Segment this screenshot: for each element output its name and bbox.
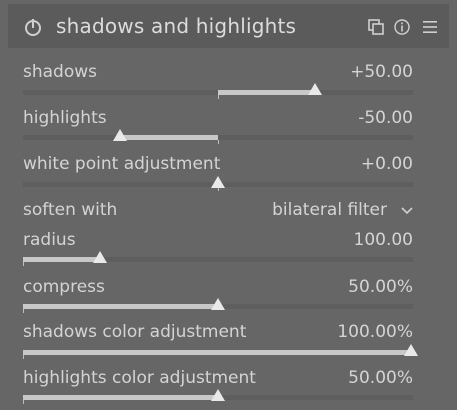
presets-icon[interactable] — [368, 19, 384, 35]
power-icon[interactable] — [24, 18, 42, 36]
slider-marker[interactable] — [308, 83, 322, 95]
slider-fill — [23, 395, 218, 400]
radius-slider[interactable]: radius 100.00 — [23, 230, 413, 268]
slider-fill — [218, 90, 315, 95]
module-header[interactable]: shadows and highlights — [8, 4, 449, 48]
slider-center-tick — [218, 140, 219, 144]
slider-value[interactable]: +0.00 — [361, 154, 413, 174]
shadows-and-highlights-module: shadows and highlights shadows +50.00 hi… — [0, 0, 457, 410]
slider-start-tick — [23, 262, 24, 266]
chevron-down-icon[interactable] — [401, 206, 413, 216]
highlights-slider[interactable]: highlights -50.00 — [23, 108, 413, 146]
soften-with-combobox[interactable]: soften with bilateral filter — [23, 200, 413, 224]
slider-start-tick — [23, 400, 24, 404]
slider-start-tick — [23, 309, 24, 313]
slider-fill — [23, 350, 411, 355]
slider-marker[interactable] — [93, 251, 107, 263]
slider-fill — [23, 304, 218, 309]
slider-value[interactable]: 100.00 — [354, 230, 413, 250]
slider-label: white point adjustment — [23, 154, 221, 174]
combobox-value[interactable]: bilateral filter — [272, 200, 387, 220]
slider-label: radius — [23, 230, 76, 250]
combobox-label: soften with — [23, 200, 118, 220]
slider-label: shadows color adjustment — [23, 322, 247, 342]
slider-label: compress — [23, 277, 105, 297]
slider-marker[interactable] — [404, 344, 418, 356]
menu-icon[interactable] — [422, 19, 438, 35]
reset-icon[interactable] — [394, 19, 410, 35]
slider-track[interactable] — [23, 350, 413, 355]
shadows-slider[interactable]: shadows +50.00 — [23, 62, 413, 100]
slider-value[interactable]: +50.00 — [350, 62, 413, 82]
slider-value[interactable]: 50.00% — [348, 277, 413, 297]
slider-marker[interactable] — [113, 129, 127, 141]
slider-fill — [23, 257, 101, 262]
shadows-color-adjustment-slider[interactable]: shadows color adjustment 100.00% — [23, 322, 418, 360]
highlights-color-adjustment-slider[interactable]: highlights color adjustment 50.00% — [23, 368, 413, 406]
slider-fill — [120, 135, 218, 140]
module-title: shadows and highlights — [56, 14, 297, 38]
slider-value[interactable]: 100.00% — [337, 322, 413, 342]
slider-label: highlights color adjustment — [23, 368, 256, 388]
slider-value[interactable]: 50.00% — [348, 368, 413, 388]
slider-track[interactable] — [23, 257, 413, 262]
slider-value[interactable]: -50.00 — [358, 108, 413, 128]
slider-label: highlights — [23, 108, 107, 128]
slider-start-tick — [23, 355, 24, 359]
slider-marker[interactable] — [211, 389, 225, 401]
slider-marker[interactable] — [211, 298, 225, 310]
slider-marker[interactable] — [211, 176, 225, 188]
slider-center-tick — [218, 95, 219, 99]
white-point-adjustment-slider[interactable]: white point adjustment +0.00 — [23, 154, 413, 192]
compress-slider[interactable]: compress 50.00% — [23, 277, 413, 315]
slider-label: shadows — [23, 62, 98, 82]
